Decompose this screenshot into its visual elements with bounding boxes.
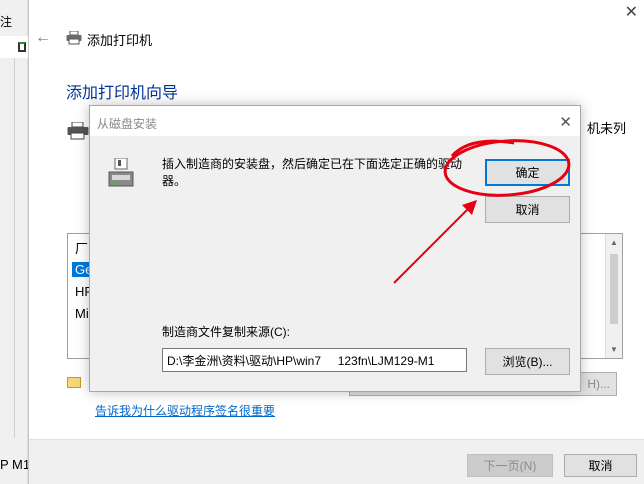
background-selected-item[interactable]	[0, 36, 28, 58]
source-path-label: 制造商文件复制来源(C):	[162, 325, 290, 339]
scrollbar-thumb[interactable]	[610, 254, 618, 324]
source-path-input[interactable]	[162, 348, 467, 372]
scroll-down-icon[interactable]: ▼	[610, 345, 618, 354]
printer-icon	[66, 30, 82, 48]
printer-icon	[67, 121, 89, 143]
background-window: 注 P M1	[0, 0, 31, 484]
wizard-description-text: 机未列	[587, 121, 627, 136]
have-disk-button-label: H)...	[587, 377, 610, 391]
close-icon[interactable]: ✕	[625, 2, 638, 22]
background-window-text: 注	[0, 15, 13, 29]
close-icon[interactable]: ✕	[559, 113, 572, 131]
browse-button[interactable]: 浏览(B)...	[485, 348, 570, 375]
wizard-heading: 添加打印机向导	[66, 85, 179, 102]
background-device-label: P M1	[0, 457, 31, 472]
back-arrow-icon[interactable]: ←	[35, 29, 51, 47]
certificate-icon	[67, 377, 81, 388]
list-scrollbar[interactable]: ▲ ▼	[605, 234, 622, 358]
dialog-title: 从磁盘安装	[97, 117, 158, 131]
wizard-cancel-button[interactable]: 取消	[564, 454, 637, 477]
wizard-footer: 下一页(N) 取消	[29, 439, 644, 484]
window-title: 添加打印机	[87, 33, 153, 48]
ok-button[interactable]: 确定	[485, 159, 570, 186]
device-icon	[18, 42, 26, 52]
list-item[interactable]: Mi	[75, 306, 89, 321]
dialog-message: 插入制造商的安装盘，然后确定已在下面选定正确的驱动器。	[162, 157, 463, 188]
divider	[14, 58, 15, 438]
install-from-disk-dialog: 从磁盘安装 ✕ 插入制造商的安装盘，然后确定已在下面选定正确的驱动器。 确定 取…	[89, 105, 581, 392]
floppy-disk-icon	[108, 157, 134, 191]
list-item: 厂	[75, 241, 89, 256]
driver-signing-link[interactable]: 告诉我为什么驱动程序签名很重要	[95, 402, 275, 419]
dialog-titlebar: 从磁盘安装 ✕	[90, 106, 580, 136]
scroll-up-icon[interactable]: ▲	[610, 238, 618, 247]
cancel-button[interactable]: 取消	[485, 196, 570, 223]
next-button[interactable]: 下一页(N)	[467, 454, 553, 477]
